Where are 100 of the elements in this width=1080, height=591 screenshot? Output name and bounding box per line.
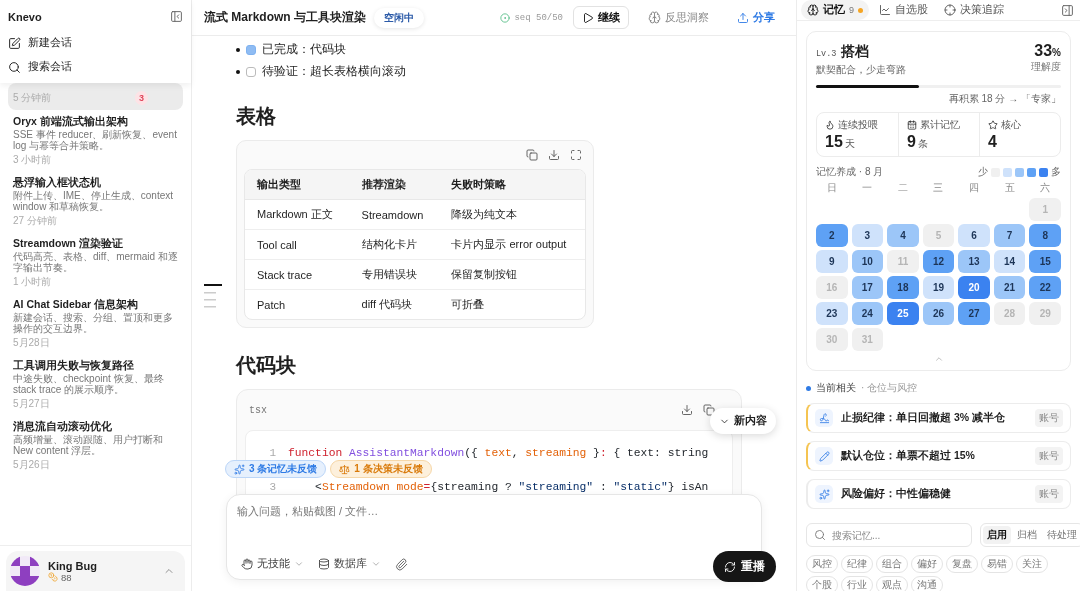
line-number: 3 — [268, 480, 277, 493]
feedback-chip[interactable]: 3 条记忆未反馈 — [225, 460, 327, 478]
calendar-day[interactable]: 12 — [922, 250, 955, 273]
table-cell: 降级为纯文本 — [439, 200, 585, 230]
legend-label: 多 — [1051, 165, 1061, 179]
calendar-day[interactable]: 20 — [958, 276, 990, 299]
memory-item[interactable]: 风险偏好：中性偏稳健 账号 — [806, 479, 1071, 509]
weekday-label: 五 — [1003, 181, 1016, 195]
level-subtitle: 默契配合，少走弯路 — [816, 63, 906, 77]
tag-chip[interactable]: 风控 — [806, 555, 838, 573]
task-checkbox[interactable] — [246, 44, 256, 55]
task-text: 已完成：代码块 — [262, 42, 346, 57]
collapse-panel-button[interactable] — [1061, 3, 1074, 17]
tag-chip[interactable]: 沟通 — [911, 576, 943, 591]
table-cell-text: 可折叠 — [450, 297, 486, 312]
calendar-day[interactable]: 13 — [958, 250, 990, 273]
calendar-day[interactable]: 6 — [958, 224, 990, 247]
composer-dropdown[interactable]: 无技能 — [241, 557, 304, 571]
conversation-title: Oryx 前端流式输出架构 — [13, 115, 129, 128]
outline-icon — [204, 284, 222, 310]
attach-button[interactable] — [395, 557, 408, 571]
calendar-day[interactable]: 24 — [851, 302, 884, 325]
memory-item[interactable]: 止损纪律：单日回撤超 3% 减半仓 账号 — [806, 403, 1071, 433]
memory-tag: 账号 — [1035, 485, 1063, 503]
tag-chip[interactable]: 复盘 — [946, 555, 978, 573]
sidebar-action[interactable]: 搜索会话 — [8, 55, 183, 79]
stat-value: 4 — [988, 133, 997, 151]
chevron-down-icon — [371, 559, 381, 569]
tag-chip[interactable]: 偏好 — [911, 555, 943, 573]
calendar-day[interactable]: 4 — [887, 224, 919, 247]
weekday-label: 日 — [825, 181, 838, 195]
line-number: 1 — [268, 446, 277, 459]
status-dot-icon — [500, 12, 511, 23]
panel-tab[interactable]: 决策追踪 — [938, 0, 1010, 20]
download-icon — [548, 149, 560, 161]
panel-tab[interactable]: 自选股 — [873, 0, 934, 20]
calendar-day[interactable]: 23 — [816, 302, 848, 325]
user-card[interactable]: King Bug 88 — [6, 551, 185, 591]
table-cell: 卡片内显示 error output — [439, 230, 585, 260]
collapse-sidebar-button[interactable] — [170, 10, 183, 23]
tag-chip[interactable]: 关注 — [1016, 555, 1048, 573]
signature-icon — [818, 412, 830, 424]
calendar-day[interactable]: 2 — [816, 224, 848, 247]
calendar-day[interactable]: 8 — [1029, 224, 1061, 247]
filter-tab[interactable]: 启用 — [983, 526, 1011, 544]
memory-item[interactable]: 默认仓位：单票不超过 15% 账号 — [806, 441, 1071, 471]
calendar-day[interactable]: 22 — [1029, 276, 1061, 299]
calendar-day[interactable]: 15 — [1029, 250, 1061, 273]
calendar-day[interactable]: 21 — [993, 276, 1026, 299]
calendar-day[interactable]: 9 — [816, 250, 848, 273]
calendar-day[interactable]: 27 — [958, 302, 990, 325]
paperclip-icon — [395, 557, 408, 571]
related-title: 当前相关 — [816, 381, 856, 395]
conversation-time: 5月26日 — [13, 459, 50, 471]
status-dot — [806, 385, 811, 391]
panel-tab[interactable]: 记忆 9 — [801, 0, 869, 20]
calendar-day[interactable]: 14 — [993, 250, 1026, 273]
calendar-day[interactable]: 17 — [851, 276, 884, 299]
task-checkbox[interactable] — [246, 66, 256, 77]
memory-text: 风险偏好：中性偏稳健 — [841, 487, 952, 501]
calendar-day[interactable]: 26 — [922, 302, 955, 325]
calendar-day[interactable]: 10 — [851, 250, 884, 273]
status-pill: 空闲中 — [374, 7, 424, 28]
tag-chip[interactable]: 易错 — [981, 555, 1013, 573]
calendar-day[interactable]: 18 — [887, 276, 919, 299]
code-line: <Streamdown mode={streaming ? "streaming" : "static"} isAn — [314, 480, 709, 493]
filter-tab[interactable]: 待处理 — [1043, 526, 1080, 544]
conversation-time: 3 小时前 — [13, 154, 52, 166]
percent-label: 理解度 — [1031, 60, 1061, 74]
tag-chip[interactable]: 行业 — [841, 576, 873, 591]
stat-unit: 条 — [917, 137, 928, 151]
filter-tab[interactable]: 归档 — [1013, 526, 1041, 544]
sidebar-action[interactable]: 新建会话 — [8, 31, 183, 55]
panel-icon — [170, 10, 183, 23]
header-button[interactable]: 继续 — [573, 6, 629, 29]
composer-dropdown[interactable]: 数据库 — [318, 557, 381, 571]
new-content-button[interactable]: 新内容 — [710, 408, 776, 434]
tag-chip[interactable]: 观点 — [876, 576, 908, 591]
tag-chip[interactable]: 个股 — [806, 576, 838, 591]
download-icon — [681, 404, 693, 416]
sparkle-icon — [234, 463, 245, 475]
calendar-day[interactable]: 25 — [887, 302, 919, 325]
tag-chip[interactable]: 纪律 — [841, 555, 873, 573]
calendar-day[interactable]: 7 — [993, 224, 1026, 247]
table-cell: Stack trace — [245, 260, 350, 290]
chat-title: 流式 Markdown 与工具块渲染 — [204, 9, 366, 26]
calendar-day[interactable]: 19 — [922, 276, 955, 299]
flame-icon — [825, 120, 835, 130]
table-cell: Tool call — [245, 230, 350, 260]
scale-icon — [339, 463, 351, 475]
conversation-summary: SSE 事件 reducer、刷新恢复、event log 与幂等合并策略。 — [13, 129, 178, 151]
calendar-day[interactable]: 3 — [851, 224, 884, 247]
tag-chip[interactable]: 组合 — [876, 555, 908, 573]
table-cell: 专用错误块 — [349, 260, 440, 290]
stat-value: 15 — [825, 133, 843, 151]
replay-button[interactable]: 重播 — [713, 551, 776, 582]
search-icon — [8, 60, 21, 74]
column-header: 失败时策略 — [439, 170, 585, 200]
fullscreen-icon — [570, 149, 582, 161]
memory-search-field[interactable]: 搜索记忆... — [806, 523, 972, 547]
